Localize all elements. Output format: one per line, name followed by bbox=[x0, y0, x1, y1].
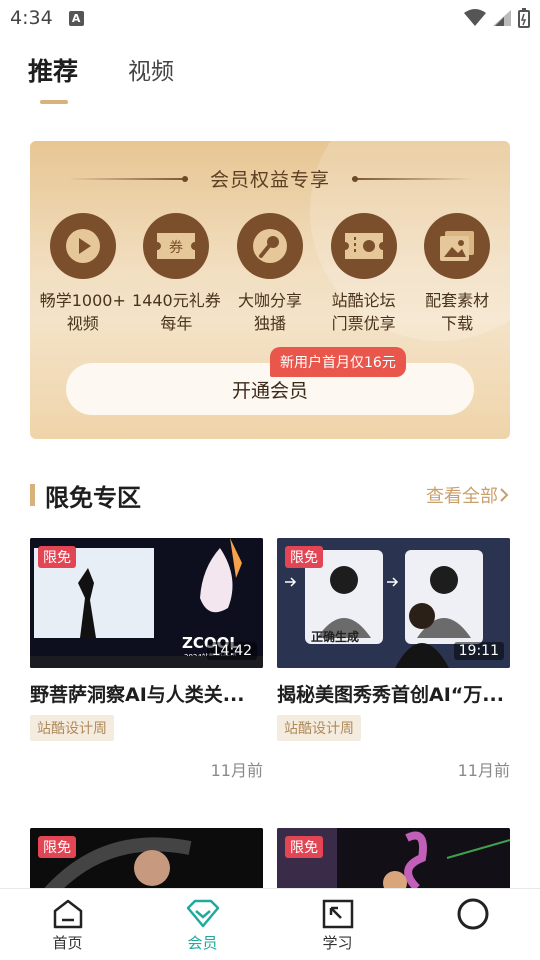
home-icon bbox=[50, 897, 86, 931]
chevron-right-icon bbox=[500, 488, 509, 502]
nav-home[interactable]: 首页 bbox=[0, 889, 135, 960]
video-duration: 14:42 bbox=[206, 642, 257, 660]
svg-text:券: 券 bbox=[169, 240, 183, 256]
benefit-label: 大咖分享 独播 bbox=[237, 291, 302, 333]
nav-profile[interactable] bbox=[405, 889, 540, 960]
profile-circle-icon bbox=[455, 897, 491, 931]
video-card[interactable]: 正确生成 限免 19:11 揭秘美图秀秀首创AI“万... 站酷设计周 11月前 bbox=[277, 538, 510, 781]
video-card[interactable]: ZCOOL 2024站酷设计周 限免 14:42 野菩萨洞察AI与人类关... … bbox=[30, 538, 263, 781]
benefit-materials[interactable]: 配套素材 下载 bbox=[410, 213, 504, 335]
status-icons bbox=[464, 8, 530, 28]
free-badge: 限免 bbox=[38, 546, 76, 568]
section-title: 限免专区 bbox=[45, 483, 141, 512]
nav-membership[interactable]: 会员 bbox=[135, 889, 270, 960]
video-title: 野菩萨洞察AI与人类关... bbox=[30, 684, 245, 706]
divider-left bbox=[67, 175, 188, 182]
divider-right bbox=[352, 175, 472, 182]
join-area: 开通会员 新用户首月仅16元 bbox=[66, 347, 474, 415]
video-thumbnail: 正确生成 限免 19:11 bbox=[277, 538, 510, 668]
vip-benefits-card: 会员权益专享 畅学1000+ 视频 券 1440元礼券 每年 大咖分享 独播 站… bbox=[30, 141, 510, 439]
benefit-forum-ticket[interactable]: 站酷论坛 门票优享 bbox=[317, 213, 411, 335]
benefit-label: 站酷论坛 门票优享 bbox=[331, 291, 396, 333]
nav-label: 会员 bbox=[187, 934, 218, 952]
top-tabs: 推荐 视频 bbox=[28, 52, 174, 112]
image-icon bbox=[424, 213, 491, 279]
see-all-label: 查看全部 bbox=[426, 486, 498, 507]
wifi-icon bbox=[464, 9, 486, 26]
video-category-tag[interactable]: 站酷设计周 bbox=[277, 715, 361, 741]
svg-text:正确生成: 正确生成 bbox=[311, 629, 359, 644]
diamond-icon bbox=[185, 897, 221, 931]
free-badge: 限免 bbox=[38, 836, 76, 858]
video-thumbnail: ZCOOL 2024站酷设计周 限免 14:42 bbox=[30, 538, 263, 668]
vip-title: 会员权益专享 bbox=[209, 169, 330, 191]
free-badge: 限免 bbox=[285, 546, 323, 568]
promo-badge: 新用户首月仅16元 bbox=[270, 347, 406, 377]
status-bar: 4:34 A bbox=[0, 0, 540, 36]
nav-label: 首页 bbox=[52, 934, 83, 952]
tab-recommend[interactable]: 推荐 bbox=[28, 52, 78, 112]
play-icon bbox=[49, 213, 116, 279]
video-publish-time: 11月前 bbox=[210, 761, 263, 780]
nav-label: 学习 bbox=[322, 934, 353, 952]
benefit-list: 畅学1000+ 视频 券 1440元礼券 每年 大咖分享 独播 站酷论坛 门票优… bbox=[36, 213, 504, 335]
video-title: 揭秘美图秀秀首创AI“万... bbox=[277, 684, 504, 706]
signal-icon bbox=[493, 10, 511, 26]
video-duration: 19:11 bbox=[453, 642, 504, 660]
status-time: 4:34 bbox=[10, 7, 53, 29]
bottom-nav: 首页 会员 学习 bbox=[0, 888, 540, 960]
see-all-link[interactable]: 查看全部 bbox=[426, 482, 510, 508]
ticket-icon bbox=[330, 213, 397, 279]
free-section-header: 限免专区 查看全部 bbox=[30, 478, 510, 512]
video-category-tag[interactable]: 站酷设计周 bbox=[30, 715, 114, 741]
coupon-icon: 券 bbox=[143, 213, 210, 279]
battery-icon bbox=[518, 8, 530, 28]
microphone-icon bbox=[236, 213, 303, 279]
section-accent-bar bbox=[30, 484, 35, 506]
benefit-label: 畅学1000+ 视频 bbox=[39, 291, 126, 333]
benefit-speakers[interactable]: 大咖分享 独播 bbox=[223, 213, 317, 335]
benefit-label: 1440元礼券 每年 bbox=[132, 291, 221, 333]
nav-study[interactable]: 学习 bbox=[270, 889, 405, 960]
benefit-label: 配套素材 下载 bbox=[425, 291, 490, 333]
free-badge: 限免 bbox=[285, 836, 323, 858]
notification-icon: A bbox=[68, 10, 84, 26]
tab-video[interactable]: 视频 bbox=[128, 52, 174, 112]
benefit-coupon[interactable]: 券 1440元礼券 每年 bbox=[130, 213, 224, 335]
benefit-videos[interactable]: 畅学1000+ 视频 bbox=[36, 213, 130, 335]
video-publish-time: 11月前 bbox=[457, 761, 510, 780]
study-icon bbox=[320, 897, 356, 931]
vip-title-row: 会员权益专享 bbox=[30, 165, 510, 192]
